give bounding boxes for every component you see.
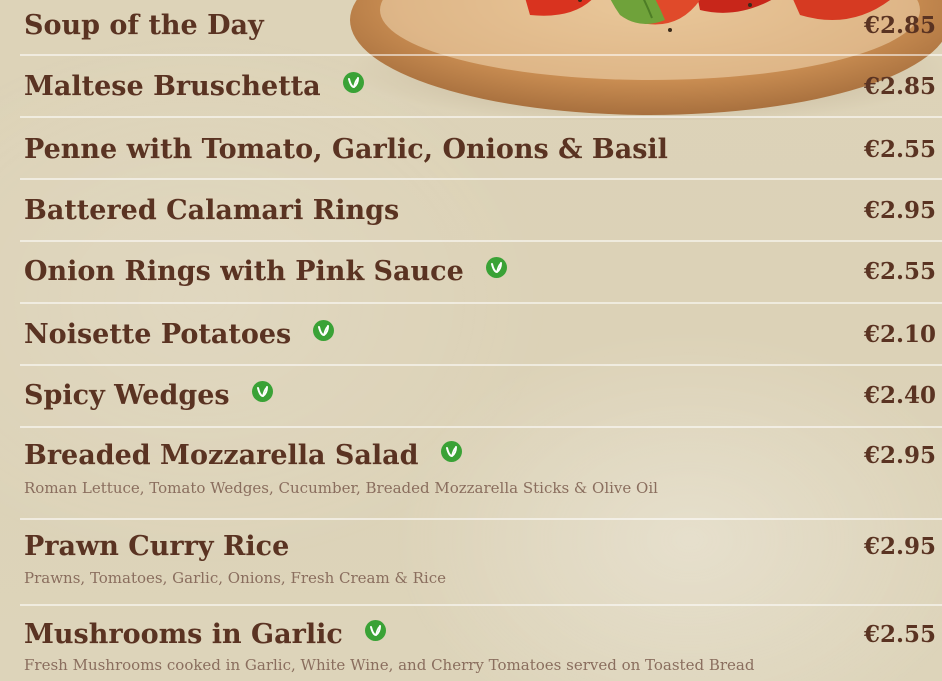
menu-item-description: Roman Lettuce, Tomato Wedges, Cucumber, … xyxy=(24,479,658,497)
menu-item-name: Battered Calamari Rings xyxy=(24,195,399,227)
menu-item-name: Breaded Mozzarella Salad xyxy=(24,440,462,472)
menu-item-name-text: Noisette Potatoes xyxy=(24,319,292,350)
vegetarian-leaf-icon xyxy=(485,257,507,278)
menu-item-name-text: Penne with Tomato, Garlic, Onions & Basi… xyxy=(24,134,668,165)
vegetarian-leaf-icon xyxy=(251,381,273,402)
menu-item-price: €2.55 xyxy=(863,258,936,285)
menu-item-name: Noisette Potatoes xyxy=(24,319,335,351)
menu-item: Mushrooms in Garlic €2.55 Fresh Mushroom… xyxy=(0,606,942,681)
vegetarian-leaf-icon xyxy=(313,320,335,341)
menu-item-name: Penne with Tomato, Garlic, Onions & Basi… xyxy=(24,134,668,166)
menu-item-price: €2.95 xyxy=(863,442,936,469)
menu-item-description: Prawns, Tomatoes, Garlic, Onions, Fresh … xyxy=(24,569,446,587)
menu-item: Soup of the Day €2.85 xyxy=(0,0,942,54)
menu-item-price: €2.95 xyxy=(863,533,936,560)
menu-item-price: €2.55 xyxy=(863,136,936,163)
menu-item: Noisette Potatoes €2.10 xyxy=(0,304,942,364)
menu-item: Battered Calamari Rings €2.95 xyxy=(0,180,942,240)
menu-item-name: Onion Rings with Pink Sauce xyxy=(24,256,507,288)
menu-item-name-text: Spicy Wedges xyxy=(24,380,230,411)
menu-item-name: Mushrooms in Garlic xyxy=(24,619,386,651)
menu-item-price: €2.10 xyxy=(863,321,936,348)
menu-item-name-text: Prawn Curry Rice xyxy=(24,531,290,562)
vegetarian-leaf-icon xyxy=(342,72,364,93)
menu-item: Prawn Curry Rice €2.95 Prawns, Tomatoes,… xyxy=(0,520,942,604)
vegetarian-leaf-icon xyxy=(364,620,386,641)
menu-item-name-text: Soup of the Day xyxy=(24,10,264,41)
menu-item: Penne with Tomato, Garlic, Onions & Basi… xyxy=(0,118,942,178)
menu-item-price: €2.95 xyxy=(863,197,936,224)
menu-item-name-text: Mushrooms in Garlic xyxy=(24,619,343,650)
menu-item: Spicy Wedges €2.40 xyxy=(0,366,942,426)
menu-item-name: Maltese Bruschetta xyxy=(24,71,364,103)
menu-item: Maltese Bruschetta €2.85 xyxy=(0,56,942,116)
menu-item-name-text: Breaded Mozzarella Salad xyxy=(24,440,419,471)
menu-item: Breaded Mozzarella Salad €2.95 Roman Let… xyxy=(0,428,942,518)
menu-item-name: Soup of the Day xyxy=(24,10,264,42)
menu-item-price: €2.85 xyxy=(863,73,936,100)
menu-item-price: €2.40 xyxy=(863,382,936,409)
menu-item-price: €2.55 xyxy=(863,621,936,648)
vegetarian-leaf-icon xyxy=(440,441,462,462)
menu-item-name-text: Onion Rings with Pink Sauce xyxy=(24,256,464,287)
menu-item-name-text: Maltese Bruschetta xyxy=(24,71,321,102)
menu-item-name: Prawn Curry Rice xyxy=(24,531,289,563)
menu-item-name-text: Battered Calamari Rings xyxy=(24,195,400,226)
menu-item-description: Fresh Mushrooms cooked in Garlic, White … xyxy=(24,656,755,674)
menu-item-name: Spicy Wedges xyxy=(24,380,273,412)
menu-item: Onion Rings with Pink Sauce €2.55 xyxy=(0,242,942,302)
menu-item-price: €2.85 xyxy=(863,12,936,39)
